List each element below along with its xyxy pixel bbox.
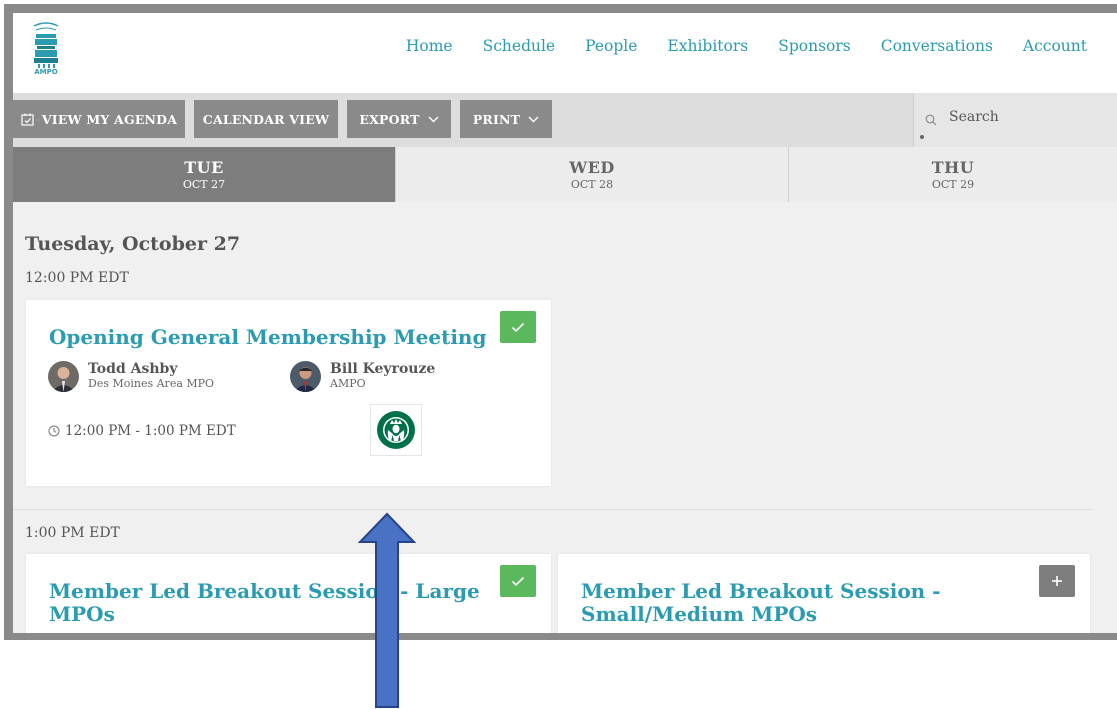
check-icon (511, 322, 525, 332)
tab-wed[interactable]: WED OCT 28 (395, 147, 788, 202)
tab-thu[interactable]: THU OCT 29 (788, 147, 1117, 202)
day-heading: Tuesday, October 27 (25, 233, 241, 255)
tab-day: WED (569, 158, 615, 177)
check-icon (511, 576, 525, 586)
day-tabs: TUE OCT 27 WED OCT 28 THU OCT 29 (13, 147, 1117, 202)
calendar-check-icon (21, 113, 34, 126)
export-label: EXPORT (359, 111, 420, 127)
schedule-toolbar: VIEW MY AGENDA CALENDAR VIEW EXPORT PRIN… (13, 93, 1117, 147)
session-title-line: Member Led Breakout Session - (581, 579, 941, 603)
view-my-agenda-button[interactable]: VIEW MY AGENDA (13, 100, 185, 138)
session-title[interactable]: Opening General Membership Meeting (49, 326, 486, 349)
nav-home[interactable]: Home (406, 37, 453, 55)
session-title[interactable]: Member Led Breakout Session - Small/Medi… (581, 580, 940, 626)
print-dropdown[interactable]: PRINT (460, 100, 552, 138)
calendar-view-button[interactable]: CALENDAR VIEW (194, 100, 338, 138)
search-box (913, 93, 1117, 147)
speaker-name: Bill Keyrouze (330, 361, 436, 377)
nav-conversations[interactable]: Conversations (881, 37, 993, 55)
speaker-name: Todd Ashby (88, 361, 178, 377)
screenshot-frame: AMPO Home Schedule People Exhibitors Spo… (4, 4, 1117, 640)
session-card[interactable]: Opening General Membership Meeting Todd … (26, 300, 551, 486)
view-my-agenda-label: VIEW MY AGENDA (41, 111, 178, 127)
search-input[interactable] (947, 108, 1101, 126)
tab-day: THU (931, 158, 975, 177)
export-dropdown[interactable]: EXPORT (347, 100, 451, 138)
add-to-agenda-button[interactable] (1039, 565, 1075, 597)
slot-divider (13, 509, 1092, 510)
tab-tue[interactable]: TUE OCT 27 (13, 147, 395, 202)
time-slot-label: 1:00 PM EDT (25, 525, 120, 541)
nav-account[interactable]: Account (1023, 37, 1087, 55)
time-slot-label: 12:00 PM EDT (25, 270, 129, 286)
annotation-arrow-icon (357, 512, 417, 708)
clock-icon (48, 425, 60, 437)
session-time-range: 12:00 PM - 1:00 PM EDT (65, 423, 236, 439)
nav-people[interactable]: People (585, 37, 637, 55)
session-card[interactable]: Member Led Breakout Session - Large MPOs (26, 554, 551, 633)
ampo-logo[interactable]: AMPO (31, 20, 61, 78)
top-nav: AMPO Home Schedule People Exhibitors Spo… (13, 13, 1117, 93)
plus-icon (1052, 576, 1062, 586)
speaker[interactable]: Todd Ashby Des Moines Area MPO (48, 361, 214, 392)
avatar (48, 361, 79, 392)
app-window: AMPO Home Schedule People Exhibitors Spo… (13, 13, 1117, 633)
starbucks-logo-icon (377, 411, 415, 449)
schedule-content: Tuesday, October 27 12:00 PM EDT Opening… (13, 202, 1117, 633)
scroll-indicator (920, 135, 924, 139)
nav-schedule[interactable]: Schedule (483, 37, 556, 55)
avatar (290, 361, 321, 392)
session-card[interactable]: Member Led Breakout Session - Small/Medi… (558, 554, 1090, 633)
session-time: 12:00 PM - 1:00 PM EDT (48, 423, 236, 439)
chevron-down-icon (428, 116, 439, 123)
speaker[interactable]: Bill Keyrouze AMPO (290, 361, 435, 392)
tab-date: OCT 28 (570, 178, 614, 191)
nav-exhibitors[interactable]: Exhibitors (667, 37, 748, 55)
speaker-org: AMPO (330, 377, 366, 390)
tab-date: OCT 29 (931, 178, 975, 191)
nav-links: Home Schedule People Exhibitors Sponsors… (406, 37, 1117, 55)
added-to-agenda-toggle[interactable] (500, 565, 536, 597)
nav-sponsors[interactable]: Sponsors (778, 37, 851, 55)
added-to-agenda-toggle[interactable] (500, 311, 536, 343)
tab-day: TUE (184, 158, 224, 177)
sponsor-logo[interactable] (370, 404, 422, 456)
print-label: PRINT (472, 111, 521, 127)
search-icon (925, 111, 937, 130)
tab-date: OCT 27 (182, 178, 226, 191)
session-title-line: Small/Medium MPOs (581, 602, 818, 626)
calendar-view-label: CALENDAR VIEW (202, 111, 330, 127)
chevron-down-icon (528, 116, 539, 123)
logo-text: AMPO (34, 68, 58, 76)
speaker-org: Des Moines Area MPO (88, 377, 215, 390)
